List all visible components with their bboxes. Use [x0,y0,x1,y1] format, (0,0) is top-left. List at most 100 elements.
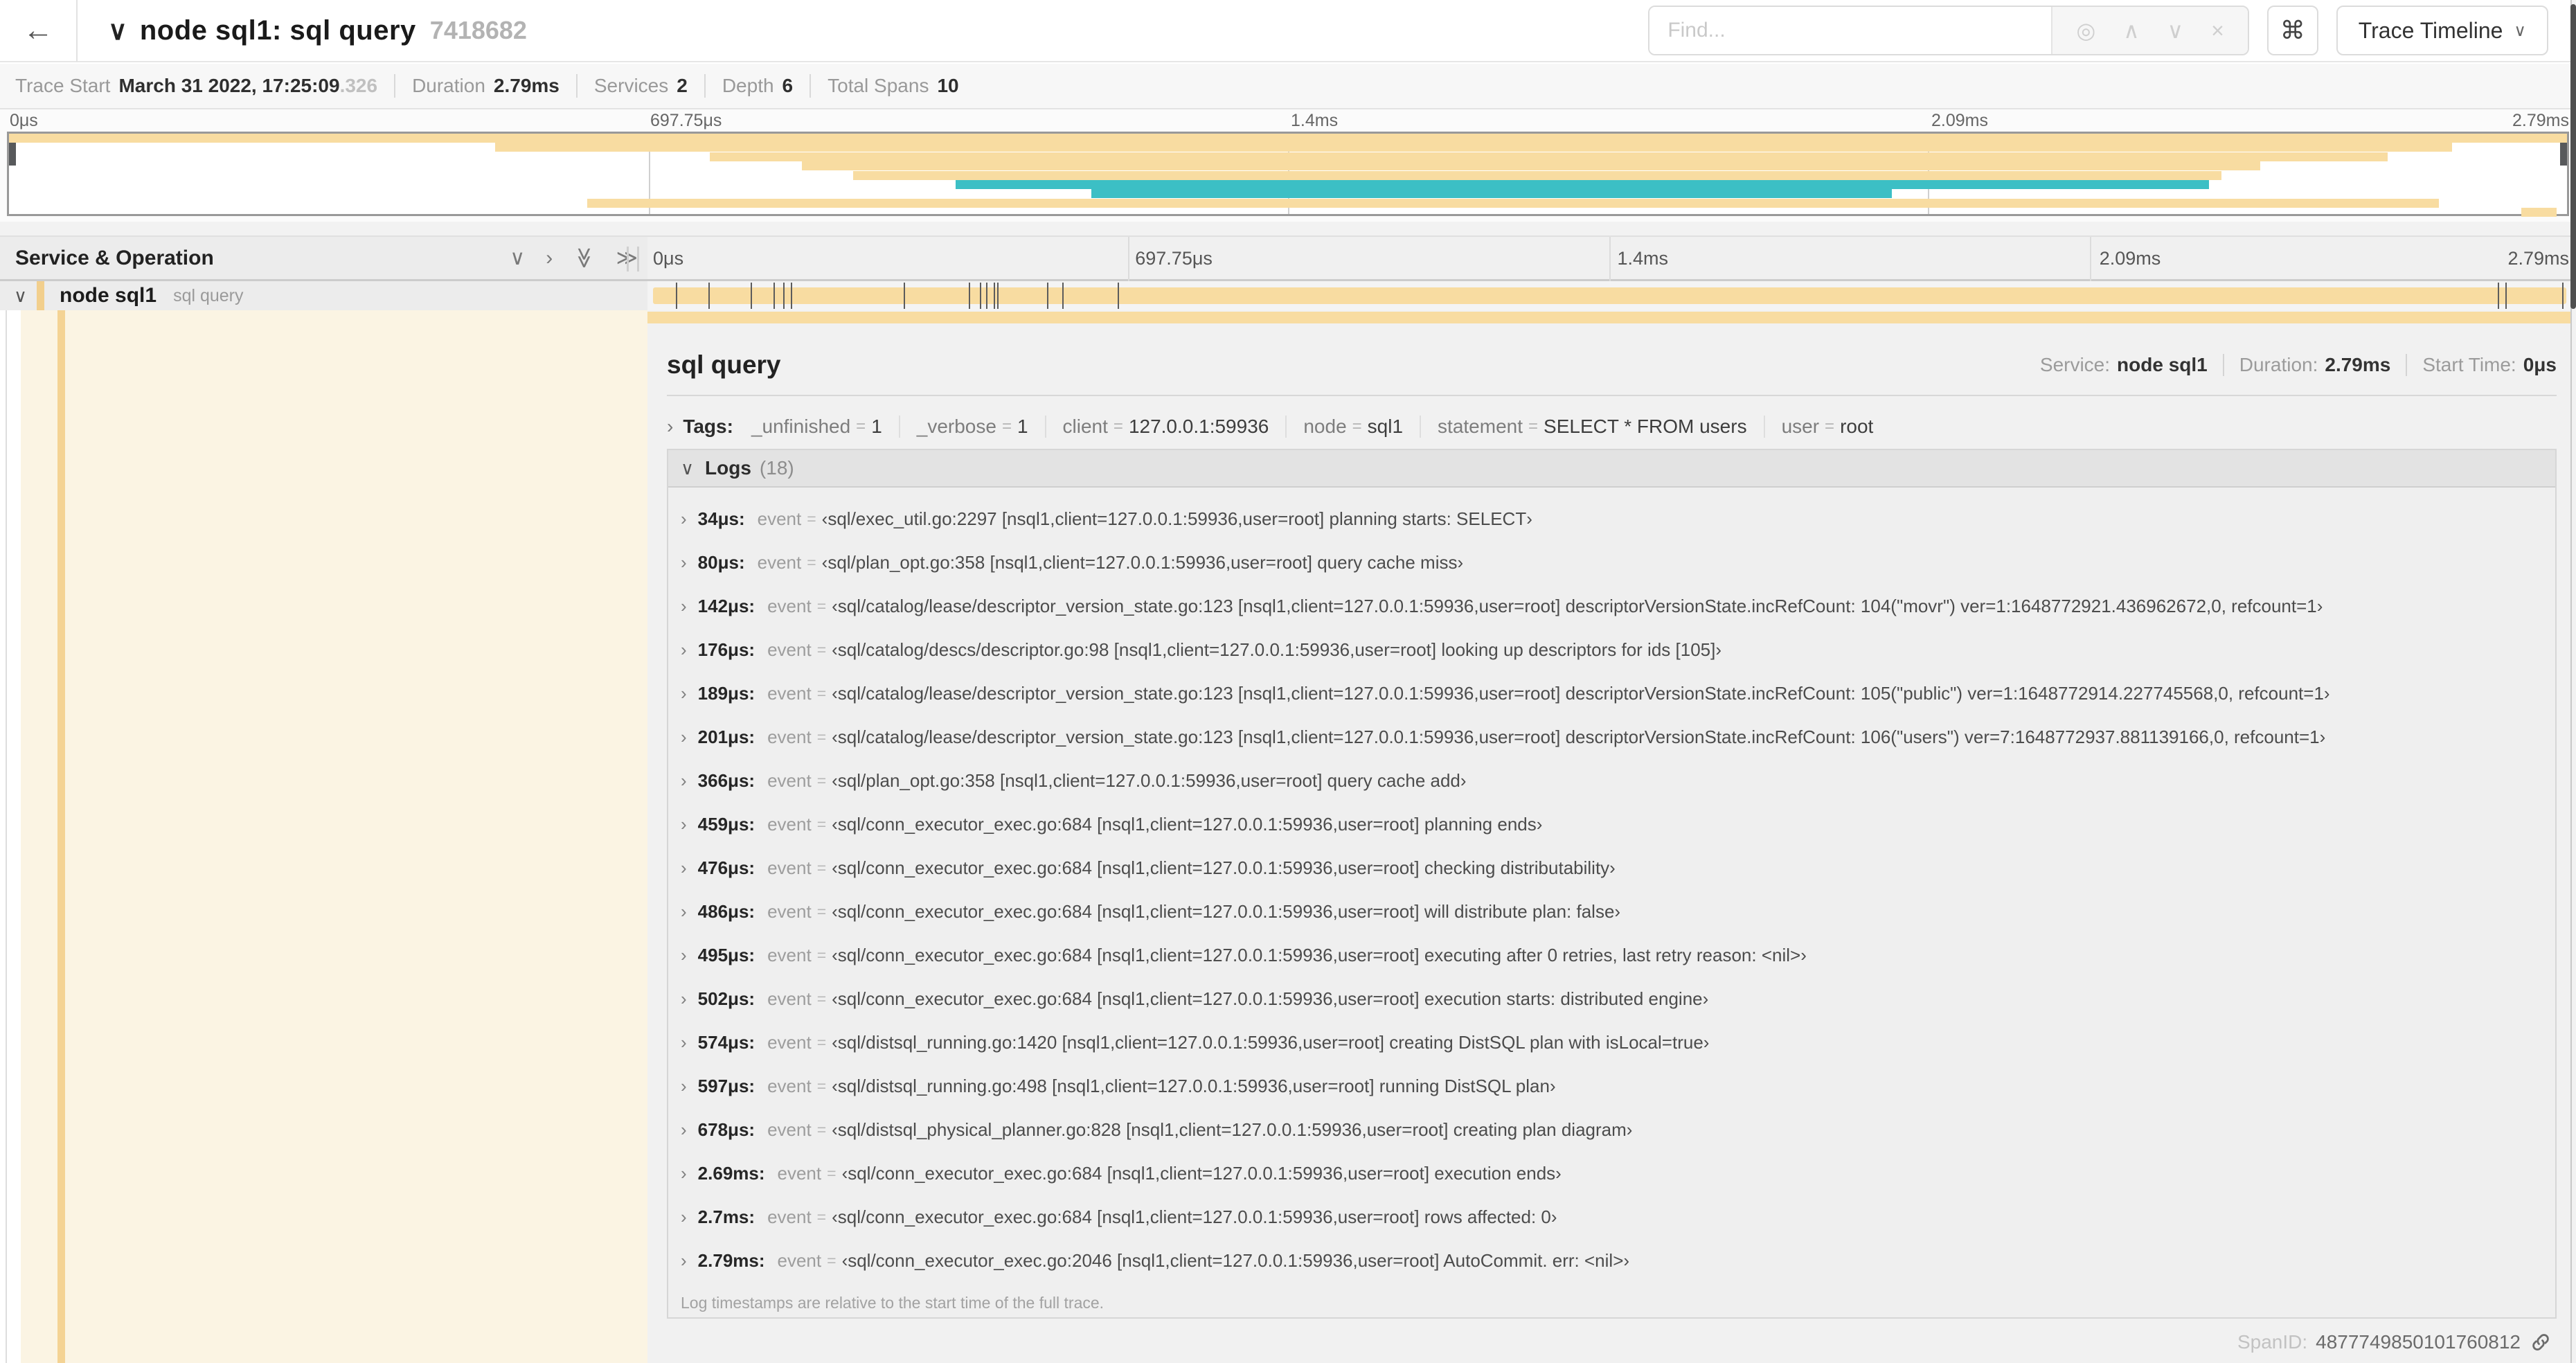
chevron-right-icon[interactable]: › [681,901,687,923]
column-resizer-handle[interactable] [627,247,639,271]
timeline-tick-header: 0μs 697.75μs 1.4ms 2.09ms 2.79ms [647,237,2576,279]
log-entry[interactable]: › 80μs: event = ‹sql/plan_opt.go:358 [nsql1,… [675,541,2555,585]
chevron-right-icon[interactable]: › [681,596,687,617]
span-row-node-sql1[interactable]: ∨ node sql1 sql query [0,281,2576,310]
prev-result-icon[interactable]: ∧ [2123,17,2139,44]
span-log-marker [773,283,776,309]
log-field-key: event [767,857,812,878]
chevron-right-icon[interactable]: › [681,683,687,704]
scrollbar-thumb[interactable] [2570,4,2576,309]
span-log-marker [997,283,999,309]
log-entry[interactable]: › 678μs: event = ‹sql/distsql_physical_plann… [675,1108,2555,1152]
log-entry[interactable]: › 459μs: event = ‹sql/conn_executor_exec.go:… [675,803,2555,846]
minimap-span-bar [710,152,2388,161]
span-log-marker [790,283,792,309]
tag-item: client = 127.0.0.1:59936 [1044,416,1269,438]
minimap-tick-label: 2.79ms [2512,111,2569,130]
span-log-marker [903,283,905,309]
row-collapse-chevron-icon[interactable]: ∨ [14,285,27,307]
chevron-right-icon[interactable]: › [681,508,687,530]
chevron-right-icon[interactable]: › [681,1250,687,1272]
keyboard-shortcuts-button[interactable]: ⌘ [2266,6,2318,55]
tags-section[interactable]: › Tags: _unfinished = 1 _verbose = 1 client = 12… [667,407,2557,446]
log-field-key: event [767,596,812,616]
deep-link-icon[interactable] [2530,1332,2551,1353]
locate-icon[interactable]: ◎ [2076,17,2095,44]
log-field-value: ‹sql/conn_executor_exec.go:684 [nsql1,cl… [832,988,1709,1009]
chevron-right-icon[interactable]: › [667,416,673,438]
equals-sign: = [816,1033,827,1051]
chevron-down-icon[interactable]: ∨ [681,458,694,479]
log-entry[interactable]: › 189μs: event = ‹sql/catalog/lease/descript… [675,672,2555,715]
chevron-right-icon[interactable]: › [681,814,687,835]
logs-title: Logs [705,457,751,479]
vertical-scrollbar [2570,0,2576,1363]
log-entry[interactable]: › 574μs: event = ‹sql/distsql_running.go:142… [675,1021,2555,1064]
tag-item: user = root [1763,416,1873,438]
collapse-one-icon[interactable]: ∨ [510,246,525,270]
find-input[interactable] [1649,7,2052,54]
span-bar[interactable] [653,281,2566,310]
trace-minimap: 0μs 697.75μs 1.4ms 2.09ms 2.79ms [0,109,2576,222]
log-entry[interactable]: › 176μs: event = ‹sql/catalog/descs/descript… [675,628,2555,672]
log-field-key: event [767,727,812,747]
logs-header[interactable]: ∨ Logs (18) [668,450,2555,488]
trace-collapse-chevron-icon[interactable]: ∨ [108,15,127,46]
equals-sign: = [1528,417,1539,436]
minimap-tick-label: 2.09ms [1931,111,1988,130]
log-entry[interactable]: › 2.7ms: event = ‹sql/conn_executor_exec.go:… [675,1195,2555,1239]
back-button[interactable]: ← [0,0,78,62]
chevron-right-icon[interactable]: › [681,857,687,879]
equals-sign: = [1001,417,1012,436]
equals-sign: = [816,728,827,746]
minimap-span-bar [802,161,2260,171]
chevron-right-icon[interactable]: › [681,770,687,792]
log-timestamp: 486μs: [697,901,755,922]
log-entry[interactable]: › 476μs: event = ‹sql/conn_executor_exec.go:… [675,846,2555,890]
next-result-icon[interactable]: ∨ [2167,17,2183,44]
span-log-marker [2562,283,2564,309]
log-entry[interactable]: › 2.79ms: event = ‹sql/conn_executor_exec.go… [675,1239,2555,1283]
chevron-right-icon[interactable]: › [681,1032,687,1053]
span-id-value: 4877749850101760812 [2316,1331,2521,1353]
log-entry[interactable]: › 597μs: event = ‹sql/distsql_running.go:498… [675,1064,2555,1108]
span-log-marker [1047,283,1049,309]
log-timestamp: 574μs: [697,1032,755,1053]
chevron-right-icon[interactable]: › [681,1163,687,1184]
view-selector-button[interactable]: Trace Timeline ∨ [2336,6,2548,55]
tag-value: sql1 [1367,416,1404,437]
chevron-right-icon[interactable]: › [681,552,687,573]
services-value: 2 [677,75,688,96]
log-entry[interactable]: › 495μs: event = ‹sql/conn_executor_exec.go:… [675,934,2555,977]
log-entry[interactable]: › 2.69ms: event = ‹sql/conn_executor_exec.go… [675,1152,2555,1195]
minimap-canvas[interactable] [7,132,2569,217]
log-field-value: ‹sql/exec_util.go:2297 [nsql1,client=127… [821,508,1532,529]
chevron-right-icon[interactable]: › [681,988,687,1010]
chevron-right-icon[interactable]: › [681,1119,687,1141]
log-entry[interactable]: › 366μs: event = ‹sql/plan_opt.go:358 [nsql1… [675,759,2555,803]
log-field-key: event [767,639,812,660]
timeline-tick-label: 1.4ms [1617,248,1669,269]
collapse-all-icon[interactable]: ≫ [572,247,596,269]
log-field-key: event [767,770,812,791]
span-row-label[interactable]: ∨ node sql1 sql query [0,281,647,310]
log-field-value: ‹sql/plan_opt.go:358 [nsql1,client=127.0… [832,770,1467,791]
clear-search-icon[interactable]: × [2211,18,2224,44]
chevron-right-icon[interactable]: › [681,639,687,661]
log-timestamp: 2.7ms: [697,1206,755,1227]
chevron-right-icon[interactable]: › [681,1076,687,1097]
log-entry[interactable]: › 142μs: event = ‹sql/catalog/lease/descript… [675,585,2555,628]
chevron-right-icon[interactable]: › [681,1206,687,1228]
log-entry[interactable]: › 486μs: event = ‹sql/conn_executor_exec.go:… [675,890,2555,934]
log-timestamp: 597μs: [697,1076,755,1096]
chevron-right-icon[interactable]: › [681,727,687,748]
span-detail-color-strip [647,312,2570,323]
log-entry[interactable]: › 201μs: event = ‹sql/catalog/lease/descript… [675,715,2555,759]
log-field-value: ‹sql/conn_executor_exec.go:684 [nsql1,cl… [832,1206,1557,1227]
expand-one-icon[interactable]: › [546,247,553,270]
detail-row-background [21,310,647,1363]
log-entry[interactable]: › 34μs: event = ‹sql/exec_util.go:2297 [nsql… [675,497,2555,541]
chevron-right-icon[interactable]: › [681,945,687,966]
logs-count: (18) [759,457,794,479]
log-entry[interactable]: › 502μs: event = ‹sql/conn_executor_exec.go:… [675,977,2555,1021]
